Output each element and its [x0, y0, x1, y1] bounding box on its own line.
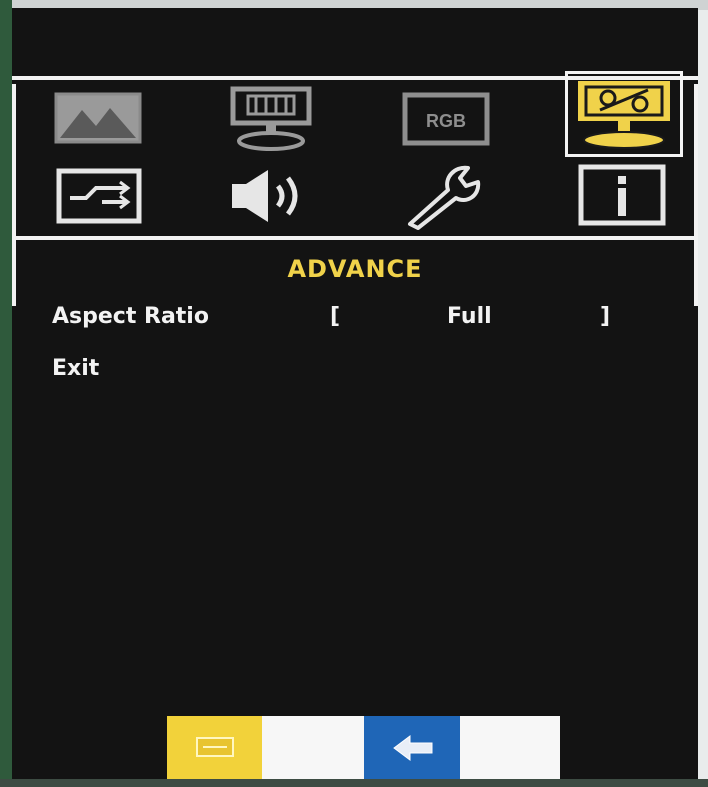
back-arrow-icon [393, 735, 433, 761]
back-key-button[interactable] [364, 716, 460, 779]
input-switch-icon[interactable] [56, 168, 142, 224]
rgb-input-icon[interactable]: RGB [402, 92, 490, 146]
menu-key-icon [196, 737, 234, 757]
value-bracket-open: [ [330, 304, 341, 329]
rgb-icon-text: RGB [426, 111, 466, 131]
bezel-bottom [0, 779, 708, 787]
picture-icon[interactable] [54, 92, 142, 144]
menu-item-aspect-ratio[interactable]: Aspect Ratio [52, 304, 209, 329]
display-icon[interactable] [230, 86, 312, 152]
monitor-bezel-left [0, 0, 12, 787]
advance-icon[interactable] [565, 71, 683, 157]
speaker-icon[interactable] [228, 168, 318, 224]
middle-divider [12, 236, 698, 240]
osd-screen: RGB ADVANCE Aspect Ratio [Full] Exit [12, 8, 698, 787]
blank-key-2 [460, 716, 560, 779]
menu-key-button[interactable] [167, 716, 262, 779]
menu-item-exit[interactable]: Exit [52, 356, 99, 381]
wrench-icon[interactable] [400, 164, 492, 230]
value-bracket-close: ] [600, 304, 611, 329]
aspect-ratio-value[interactable]: Full [447, 304, 492, 329]
menu-title: ADVANCE [287, 255, 423, 283]
info-icon[interactable] [578, 164, 666, 226]
blank-key-1 [262, 716, 364, 779]
